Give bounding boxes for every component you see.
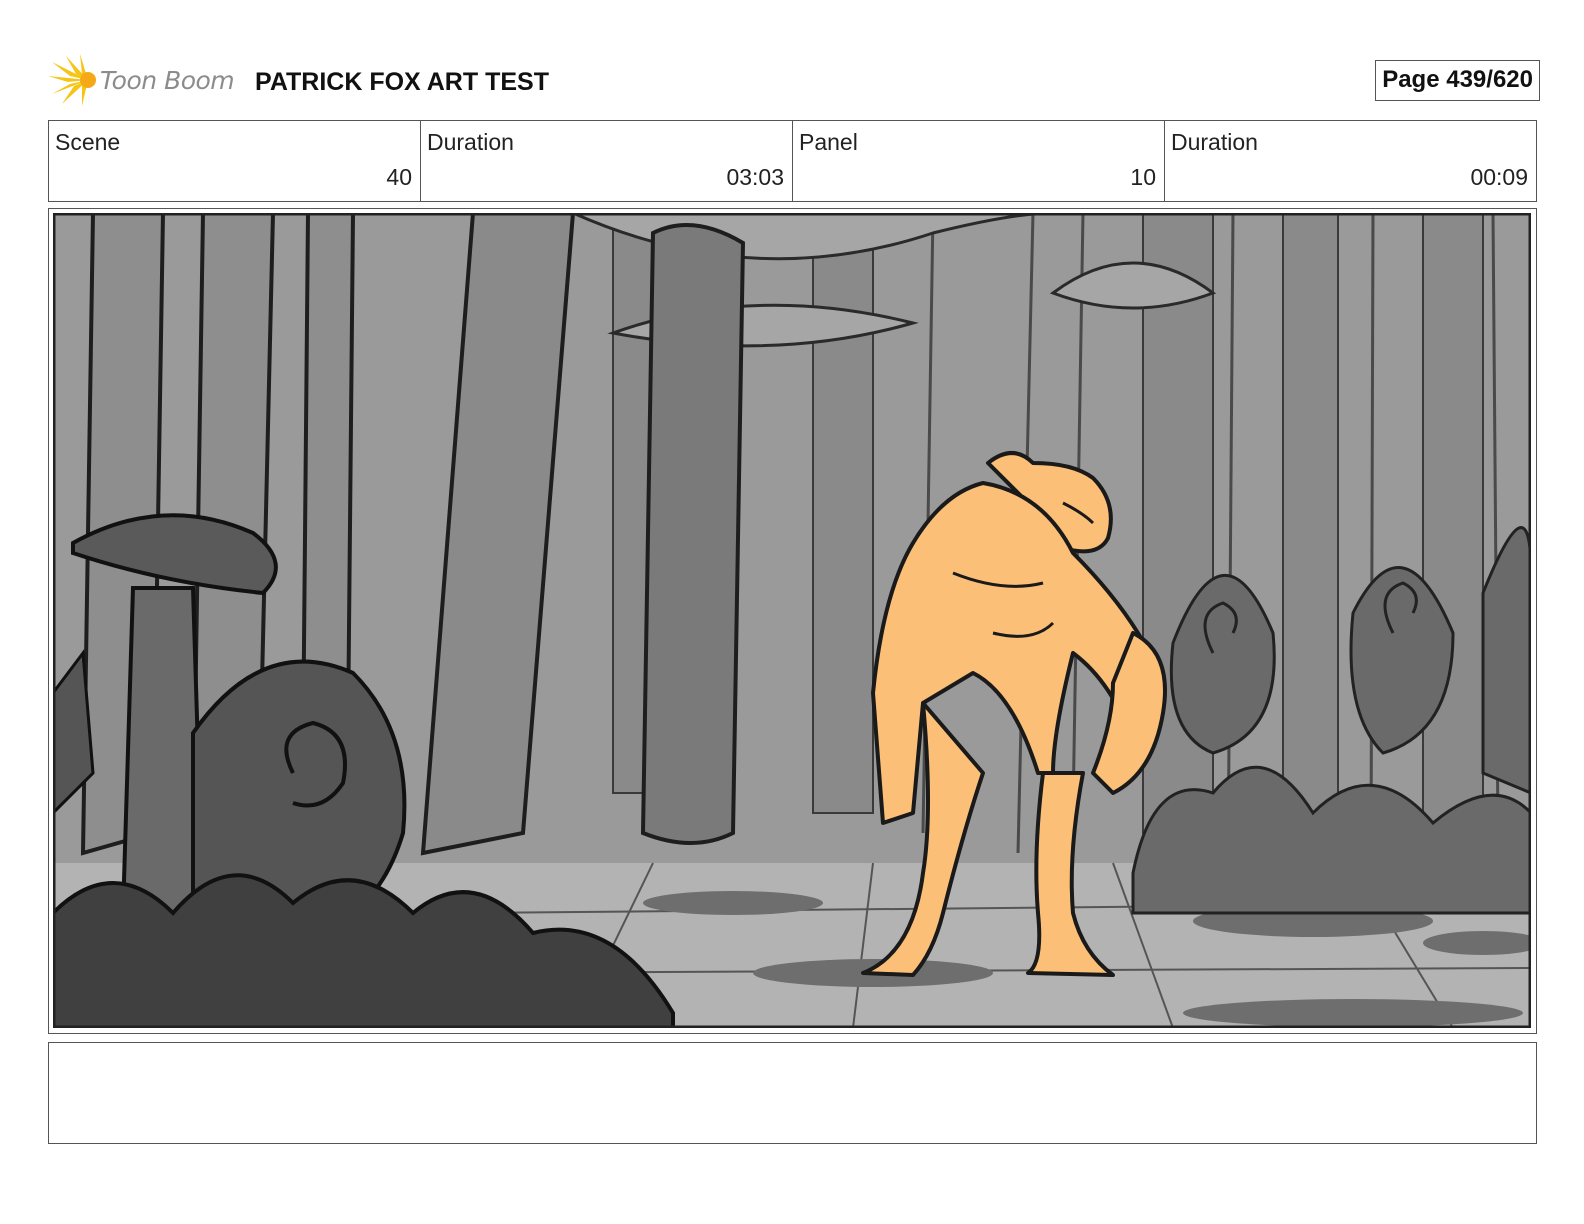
panel-notes-box [48, 1042, 1537, 1144]
logo-wordmark: Toon Boom [100, 66, 235, 95]
panel-artwork [53, 213, 1531, 1028]
panel-cell: Panel 10 [793, 121, 1165, 201]
page-header: Toon Boom PATRICK FOX ART TEST Page 439/… [48, 52, 1540, 110]
panel-duration-label: Duration [1171, 129, 1258, 155]
toon-boom-logo: Toon Boom [48, 54, 240, 106]
scene-duration-label: Duration [427, 129, 514, 155]
panel-value: 10 [1130, 164, 1156, 190]
toon-boom-logo-icon [48, 54, 96, 106]
panel-duration-cell: Duration 00:09 [1165, 121, 1536, 201]
storyboard-panel [48, 208, 1537, 1034]
scene-label: Scene [55, 129, 121, 155]
panel-duration-value: 00:09 [1470, 164, 1528, 190]
scene-cell: Scene 40 [49, 121, 421, 201]
scene-info-table: Scene 40 Duration 03:03 Panel 10 Duratio… [48, 120, 1537, 202]
scene-duration-value: 03:03 [726, 164, 784, 190]
panel-label: Panel [799, 129, 858, 155]
document-title: PATRICK FOX ART TEST [255, 68, 549, 96]
scene-value: 40 [386, 164, 412, 190]
page-number: Page 439/620 [1375, 60, 1540, 101]
scene-duration-cell: Duration 03:03 [421, 121, 793, 201]
